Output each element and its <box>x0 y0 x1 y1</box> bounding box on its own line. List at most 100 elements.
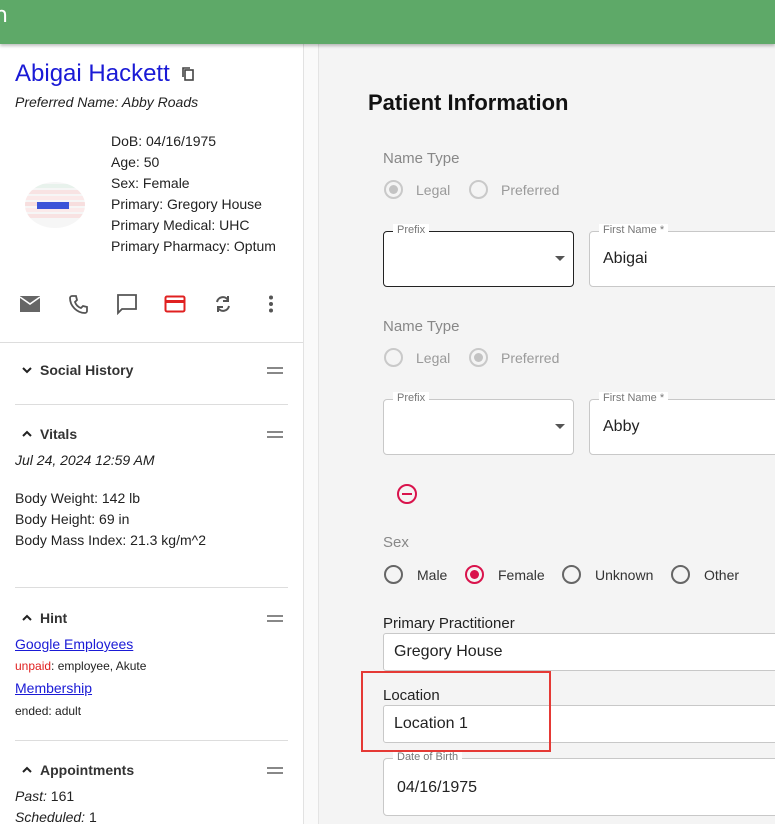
page-title: Patient Information <box>368 90 569 115</box>
sex-unknown-label: Unknown <box>595 567 654 583</box>
prefix-select[interactable]: Prefix <box>383 224 574 287</box>
location-value: Location 1 <box>394 715 468 732</box>
legal-radio-label: Legal <box>416 182 451 198</box>
demographics: DoB: 04/16/1975 Age: 50 Sex: Female Prim… <box>111 131 276 257</box>
unpaid-status: unpaid <box>15 659 52 673</box>
drag-handle-icon[interactable] <box>267 615 283 623</box>
preferred-radio[interactable] <box>469 348 488 367</box>
sex-text: Sex: Female <box>111 175 190 191</box>
date-of-birth-value: 04/16/1975 <box>397 779 478 796</box>
action-bar <box>18 292 288 318</box>
first-name-label: First Name * <box>599 392 669 404</box>
primary-practitioner-input[interactable]: Gregory House <box>383 633 775 671</box>
legal-radio[interactable] <box>384 180 403 199</box>
body-weight: Body Weight: 142 lb <box>15 490 141 506</box>
appointments-header[interactable]: Appointments <box>21 762 134 778</box>
remove-name-icon[interactable] <box>397 484 417 504</box>
hint-link-google-employees[interactable]: Google Employees <box>15 634 133 655</box>
past-label: Past: <box>15 788 47 804</box>
caret-down-icon[interactable] <box>555 424 565 429</box>
sex-label: Sex <box>383 534 409 551</box>
google-employees-link[interactable]: Google Employees <box>15 636 133 652</box>
sex-other-radio[interactable] <box>671 565 690 584</box>
name-type-label: Name Type <box>383 150 460 167</box>
credit-card-icon[interactable] <box>163 292 187 316</box>
date-of-birth-field[interactable]: Date of Birth 04/16/1975 <box>383 751 775 816</box>
primary-medical-text: Primary Medical: UHC <box>111 217 250 233</box>
hint-status-1: unpaid: employee, Akute <box>15 656 146 677</box>
patient-name[interactable]: Abigai Hackett <box>15 60 196 88</box>
body-height: Body Height: 69 in <box>15 511 130 527</box>
drag-handle-icon[interactable] <box>267 431 283 439</box>
primary-practitioner-value: Gregory House <box>394 643 503 660</box>
more-vert-icon[interactable] <box>259 292 283 316</box>
chevron-up-icon[interactable] <box>21 612 33 624</box>
preferred-name: Preferred Name: Abby Roads <box>15 94 199 110</box>
appointments-scheduled: Scheduled: 1 <box>15 807 97 824</box>
patient-information-panel: Patient Information Name Type Legal Pref… <box>318 44 775 824</box>
appointments-past: Past: 161 <box>15 786 74 807</box>
body-mass-index: Body Mass Index: 21.3 kg/m^2 <box>15 532 206 548</box>
divider <box>15 587 288 588</box>
sex-female-radio[interactable] <box>465 565 484 584</box>
sex-unknown-radio[interactable] <box>562 565 581 584</box>
vitals-header[interactable]: Vitals <box>21 426 77 442</box>
mail-icon[interactable] <box>18 292 42 316</box>
date-of-birth-label: Date of Birth <box>393 751 463 763</box>
drag-handle-icon[interactable] <box>267 367 283 375</box>
legal-radio[interactable] <box>384 348 403 367</box>
first-name-field[interactable]: First Name * Abigai <box>589 224 775 287</box>
app-bar-glyph[interactable]: ո <box>0 2 8 28</box>
chevron-down-icon[interactable] <box>21 364 33 376</box>
past-value: 161 <box>46 788 75 804</box>
appointments-title: Appointments <box>40 762 135 778</box>
hint-title: Hint <box>40 610 68 626</box>
name-type-label: Name Type <box>383 318 460 335</box>
scheduled-value: 1 <box>85 809 97 824</box>
hint-link-membership[interactable]: Membership <box>15 678 92 699</box>
preferred-radio-label: Preferred <box>501 350 560 366</box>
primary-pharmacy-text: Primary Pharmacy: Optum <box>111 238 276 254</box>
prefix-label: Prefix <box>393 392 430 404</box>
drag-handle-icon[interactable] <box>267 767 283 775</box>
primary-practitioner-label: Primary Practitioner <box>383 615 515 632</box>
sex-male-label: Male <box>417 567 448 583</box>
first-name-field[interactable]: First Name * Abby <box>589 392 775 455</box>
vitals-date: Jul 24, 2024 12:59 AM <box>15 452 155 468</box>
copy-icon[interactable] <box>180 66 196 82</box>
location-label: Location <box>383 687 440 704</box>
chevron-up-icon[interactable] <box>21 428 33 440</box>
sex-other-label: Other <box>704 567 740 583</box>
first-name-value: Abby <box>603 418 640 435</box>
avatar <box>25 182 85 228</box>
social-history-header[interactable]: Social History <box>21 362 133 378</box>
chevron-up-icon[interactable] <box>21 764 33 776</box>
first-name-value: Abigai <box>603 250 648 267</box>
chat-icon[interactable] <box>115 292 139 316</box>
location-input[interactable]: Location 1 <box>383 705 775 743</box>
patient-name-text[interactable]: Abigai Hackett <box>15 60 170 88</box>
preferred-radio-label: Preferred <box>501 182 560 198</box>
dob-text: DoB: 04/16/1975 <box>111 133 217 149</box>
age-text: Age: 50 <box>111 154 160 170</box>
hint-header[interactable]: Hint <box>21 610 67 626</box>
divider <box>15 404 288 405</box>
prefix-label: Prefix <box>393 224 430 236</box>
patient-sidebar: Abigai Hackett Preferred Name: Abby Road… <box>0 44 304 824</box>
first-name-label: First Name * <box>599 224 669 236</box>
prefix-select[interactable]: Prefix <box>383 392 574 455</box>
preferred-radio[interactable] <box>469 180 488 199</box>
sync-icon[interactable] <box>211 292 235 316</box>
primary-text: Primary: Gregory House <box>111 196 262 212</box>
divider <box>0 342 303 343</box>
vitals-title: Vitals <box>40 426 78 442</box>
membership-link[interactable]: Membership <box>15 680 92 696</box>
phone-icon[interactable] <box>66 292 90 316</box>
unpaid-status-detail: : employee, Akute <box>51 659 147 673</box>
divider <box>15 740 288 741</box>
sex-male-radio[interactable] <box>384 565 403 584</box>
caret-down-icon[interactable] <box>555 256 565 261</box>
hint-status-2: ended: adult <box>15 704 82 718</box>
panel-gap <box>304 44 318 824</box>
legal-radio-label: Legal <box>416 350 451 366</box>
